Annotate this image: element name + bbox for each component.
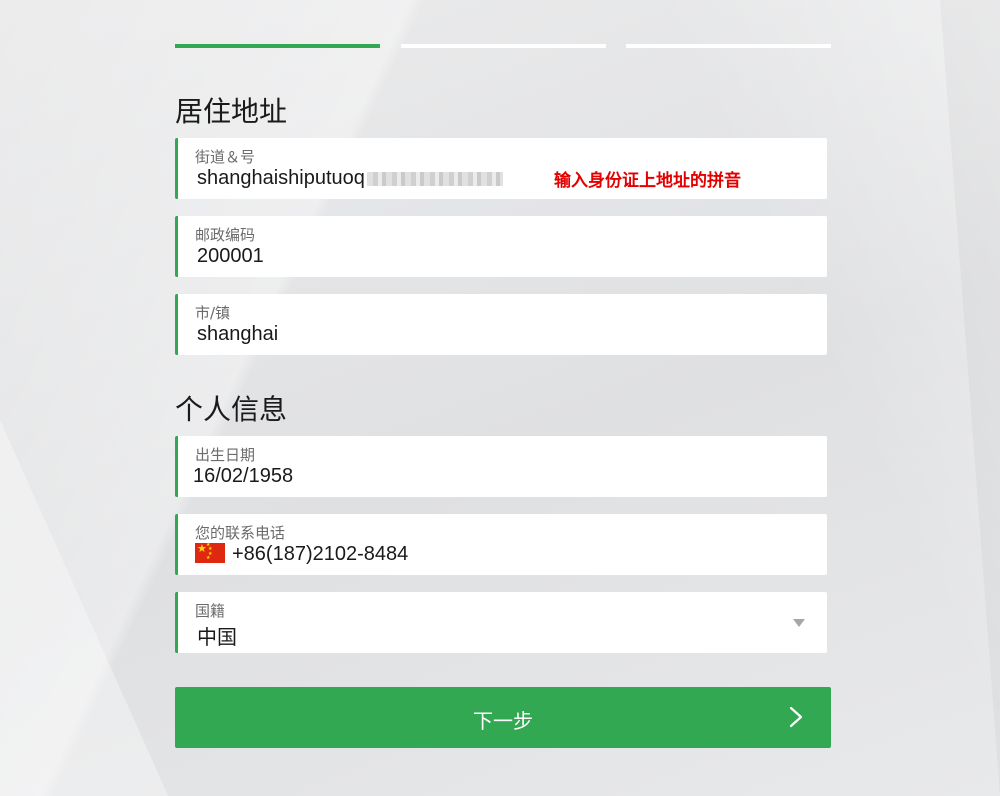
personal-section-title: 个人信息 (175, 393, 288, 426)
progress-step-2 (400, 44, 606, 48)
background-decoration (940, 0, 1000, 796)
progress-step-1 (175, 44, 380, 48)
street-value: shanghaishiputuoq (197, 167, 365, 189)
phone-value: +86(187)2102-8484 (232, 543, 409, 565)
china-flag-icon[interactable]: ★ ★ ★ ★ ★ (195, 543, 225, 563)
postal-code-label: 邮政编码 (195, 226, 256, 244)
city-input[interactable]: shanghai (197, 323, 278, 346)
nationality-label: 国籍 (195, 602, 226, 620)
street-field[interactable]: 街道＆号 shanghaishiputuoq 输入身份证上地址的拼音 (175, 138, 827, 199)
nationality-value[interactable]: 中国 (197, 621, 237, 650)
postal-code-input[interactable]: 200001 (197, 245, 264, 268)
birth-date-field[interactable]: 出生日期 16/02/1958 (175, 436, 827, 497)
street-input[interactable]: shanghaishiputuoq (197, 167, 503, 190)
progress-step-3 (626, 44, 831, 48)
city-label: 市/镇 (195, 304, 231, 322)
city-field[interactable]: 市/镇 shanghai (175, 294, 827, 355)
birth-date-input[interactable]: 16/02/1958 (193, 465, 293, 488)
progress-steps (175, 44, 831, 49)
chevron-right-icon (789, 706, 803, 728)
birth-date-label: 出生日期 (195, 446, 256, 464)
nationality-select[interactable]: 国籍 中国 (175, 592, 827, 653)
next-step-label: 下一步 (473, 709, 533, 733)
phone-field[interactable]: 您的联系电话 ★ ★ ★ ★ ★ +86(187)2102-8484 (175, 514, 827, 575)
street-label: 街道＆号 (195, 148, 256, 166)
address-section-title: 居住地址 (175, 95, 288, 128)
next-step-button[interactable]: 下一步 (175, 687, 831, 748)
background-decoration (0, 420, 170, 796)
redacted-text (366, 171, 503, 186)
phone-input[interactable]: ★ ★ ★ ★ ★ +86(187)2102-8484 (195, 543, 408, 566)
phone-label: 您的联系电话 (195, 524, 286, 542)
postal-code-field[interactable]: 邮政编码 200001 (175, 216, 827, 277)
dropdown-caret-icon[interactable] (793, 619, 805, 627)
street-hint: 输入身份证上地址的拼音 (554, 171, 741, 191)
